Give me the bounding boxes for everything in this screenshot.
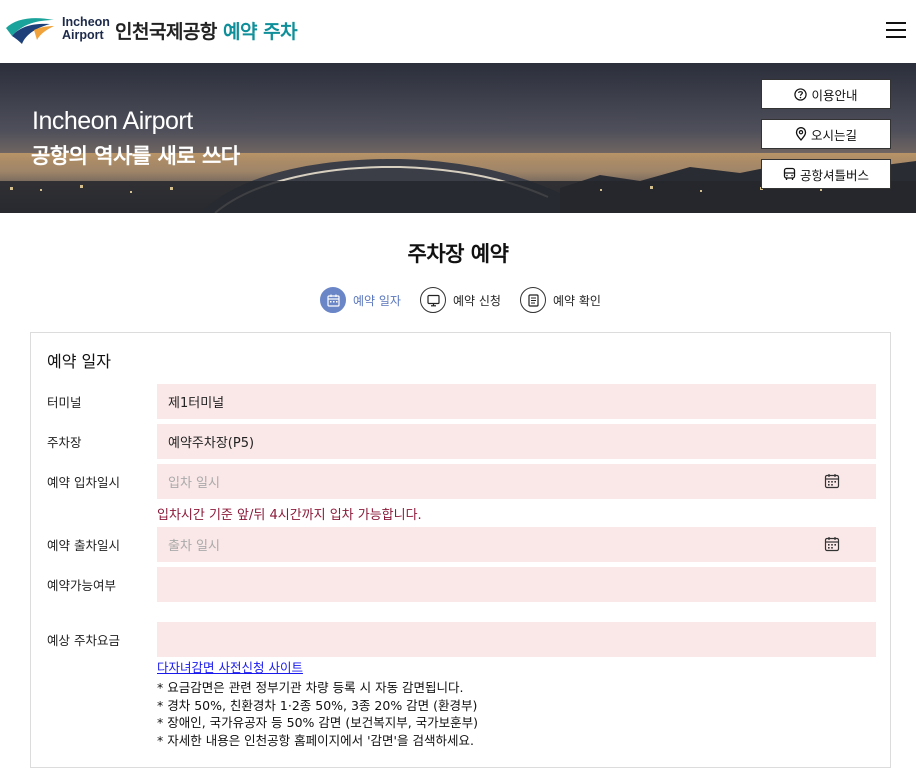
header: Incheon Airport 인천국제공항 예약 주차	[0, 0, 916, 63]
availability-field	[157, 567, 876, 602]
entry-time-hint: 입차시간 기준 앞/뒤 4시간까지 입차 가능합니다.	[157, 508, 422, 523]
note-line: * 장애인, 국가유공자 등 50% 감면 (보건복지부, 국가보훈부)	[157, 715, 479, 730]
reservation-date-form: 예약 일자 터미널 제1터미널 주차장 예약주차장(P5) 예약 입차일시 입차…	[30, 332, 891, 768]
step-label: 예약 확인	[553, 293, 601, 308]
parking-lot-select[interactable]: 예약주차장(P5)	[157, 424, 876, 459]
section-title: 예약 일자	[47, 352, 111, 371]
terminal-select[interactable]: 제1터미널	[157, 384, 876, 419]
directions-button[interactable]: 오시는길	[761, 119, 891, 149]
fee-field	[157, 622, 876, 657]
brand-main: 인천국제공항	[115, 21, 217, 43]
question-circle-icon	[794, 87, 808, 101]
step-reservation-date[interactable]: 예약 일자	[320, 287, 401, 313]
discount-notes: * 요금감면은 관련 정부기관 차량 등록 시 자동 감면됩니다. * 경차 5…	[157, 679, 478, 749]
note-line: * 경차 50%, 친환경차 1·2종 50%, 3종 20% 감면 (환경부)	[157, 697, 478, 713]
monitor-icon	[426, 294, 440, 306]
entry-time-label: 예약 입차일시	[47, 475, 120, 490]
exit-time-label: 예약 출차일시	[47, 538, 120, 553]
multi-child-discount-link[interactable]: 다자녀감면 사전신청 사이트	[157, 657, 303, 676]
step-label: 예약 일자	[353, 293, 401, 308]
step-label: 예약 신청	[453, 293, 501, 308]
hero-banner: Incheon Airport 공항의 역사를 새로 쓰다 이용안내 오시는길 …	[0, 63, 916, 213]
incheon-airport-logo-icon[interactable]	[4, 14, 56, 46]
document-icon	[527, 293, 539, 307]
note-line: * 자세한 내용은 인천공항 홈페이지에서 '감면'을 검색하세요.	[157, 732, 474, 748]
step-reservation-confirm[interactable]: 예약 확인	[520, 287, 601, 313]
terminal-value: 제1터미널	[168, 396, 225, 411]
parking-lot-label: 주차장	[47, 435, 82, 450]
note-line: * 요금감면은 관련 정부기관 차량 등록 시 자동 감면됩니다.	[157, 680, 464, 695]
parking-lot-value: 예약주차장(P5)	[168, 436, 255, 451]
step-circle	[320, 287, 346, 313]
exit-time-placeholder: 출차 일시	[168, 539, 220, 554]
step-reservation-apply[interactable]: 예약 신청	[420, 287, 501, 313]
directions-label: 오시는길	[810, 127, 857, 143]
terminal-label: 터미널	[47, 395, 82, 410]
usage-guide-button[interactable]: 이용안내	[761, 79, 891, 109]
hamburger-menu-icon[interactable]	[886, 22, 906, 39]
step-circle	[520, 287, 546, 313]
fee-label: 예상 주차요금	[47, 633, 120, 648]
logo-text: Incheon Airport	[62, 16, 110, 42]
step-circle	[420, 287, 446, 313]
reservation-steps: 예약 일자 예약 신청 예약 확인	[0, 287, 916, 313]
shuttle-bus-label: 공항셔틀버스	[799, 167, 869, 183]
usage-guide-label: 이용안내	[811, 87, 858, 103]
hero-title-ko: 공항의 역사를 새로 쓰다	[31, 144, 240, 168]
logo-line2: Airport	[62, 28, 104, 42]
hero-title-en: Incheon Airport	[32, 107, 193, 135]
entry-time-placeholder: 입차 일시	[168, 476, 220, 491]
bus-icon	[783, 167, 796, 180]
exit-time-input[interactable]: 출차 일시	[157, 527, 876, 562]
brand-title: 인천국제공항 예약 주차	[115, 17, 298, 44]
page-title: 주차장 예약	[407, 242, 509, 266]
calendar-icon[interactable]	[824, 536, 840, 552]
entry-time-input[interactable]: 입차 일시	[157, 464, 876, 499]
calendar-icon[interactable]	[824, 473, 840, 489]
brand-accent: 예약 주차	[223, 21, 298, 43]
map-pin-icon	[795, 127, 807, 141]
availability-label: 예약가능여부	[47, 578, 117, 593]
calendar-icon	[326, 294, 340, 307]
shuttle-bus-button[interactable]: 공항셔틀버스	[761, 159, 891, 189]
